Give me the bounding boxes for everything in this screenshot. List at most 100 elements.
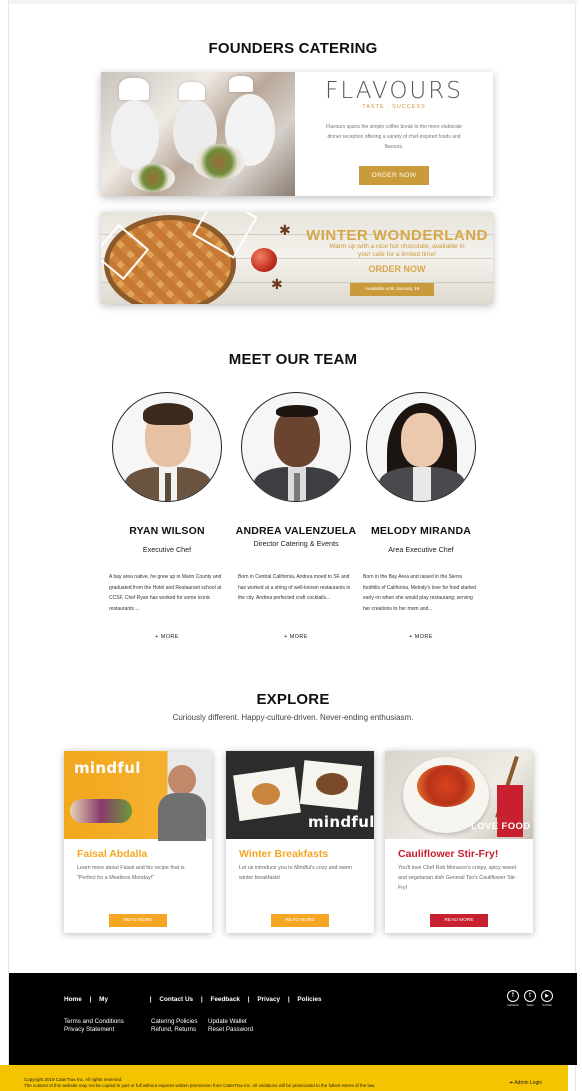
mindful-logo: mindful (308, 813, 374, 831)
explore-tagline: Curiously different. Happy-culture-drive… (172, 713, 414, 722)
star-anise-icon: ✱ (279, 222, 291, 238)
team-member-ryan: RYAN WILSON Executive Chef A bay area na… (105, 392, 229, 640)
page-title: FOUNDERS CATERING (208, 40, 378, 57)
card-title: Winter Breakfasts (239, 848, 329, 860)
reset-password-link[interactable]: Reset Password (208, 1026, 253, 1034)
youtube-icon[interactable]: ▶ (541, 990, 553, 1002)
page: FOUNDERS CATERING FLAVOURS TASTE : SUCCE… (8, 0, 577, 1091)
chef-hat (229, 76, 253, 92)
member-role: Area Executive Chef (388, 545, 454, 554)
explore-card-winter-breakfasts[interactable]: mindful Winter Breakfasts Let us introdu… (226, 751, 374, 933)
winter-title: WINTER WONDERLAND (306, 227, 488, 244)
winter-wonderland-banner[interactable]: ✱ ✱ WINTER WONDERLAND Warm up with a nic… (101, 212, 493, 304)
hair (276, 405, 318, 417)
chef-hat (119, 78, 149, 100)
person-shirt (158, 793, 206, 841)
admin-login-label: Admin Login (514, 1080, 543, 1086)
explore-card-faisal[interactable]: mindful Faisal Abdalla Learn more about … (64, 751, 212, 933)
flavours-banner[interactable]: FLAVOURS TASTE : SUCCESS Flavours spans … (101, 72, 493, 196)
winter-order-now-link[interactable]: ORDER NOW (297, 264, 493, 274)
team-member-andrea: ANDREA VALENZUELA Director Catering & Ev… (234, 392, 358, 640)
flavours-subtitle: TASTE : SUCCESS (362, 104, 426, 110)
footer-column-account: Update Wallet Reset Password (208, 1018, 253, 1034)
tie (165, 473, 171, 501)
footer-link-policies[interactable]: Policies (297, 996, 321, 1003)
card-image: mindful (226, 751, 374, 839)
footer-column-policies: Catering Policies Refund, Returns (151, 1018, 197, 1034)
team-heading: MEET OUR TEAM (228, 351, 358, 368)
more-link[interactable]: + MORE (105, 634, 229, 640)
member-name: RYAN WILSON (129, 525, 205, 537)
chef-hat (179, 82, 205, 100)
member-role: Director Catering & Events (253, 539, 339, 548)
facebook-label: Facebook (507, 1004, 519, 1007)
catering-policies-link[interactable]: Catering Policies (151, 1018, 197, 1026)
card-description: You'll love Chef Rob Morasco's crispy, s… (398, 865, 517, 891)
twitter-label: Twitter (526, 1004, 534, 1007)
footer-link-privacy[interactable]: Privacy (257, 996, 280, 1003)
read-more-button[interactable]: READ MORE (109, 914, 167, 927)
separator: | (247, 996, 250, 1003)
order-now-button[interactable]: ORDER NOW (359, 166, 429, 185)
separator: | (149, 996, 152, 1003)
youtube-label: YouTube (542, 1004, 552, 1007)
food-image (316, 773, 348, 795)
read-more-button[interactable]: READ MORE (430, 914, 488, 927)
face (274, 409, 320, 467)
copyright-text: Copyright 2019 CaterTrax Inc. All rights… (24, 1077, 123, 1082)
stir-fry-image (417, 765, 475, 807)
wrap-image (70, 799, 132, 823)
separator: | (200, 996, 203, 1003)
love-food-logo: LOVE FOOD (471, 821, 531, 832)
person-head (168, 765, 196, 795)
footer-column-legal: Terms and Conditions Privacy Statement (64, 1018, 124, 1034)
footer: Home | My | Contact Us | Feedback | Priv… (9, 973, 577, 1065)
explore-card-cauliflower[interactable]: LOVE FOOD Cauliflower Stir-Fry! You'll l… (385, 751, 533, 933)
refund-returns-link[interactable]: Refund, Returns (151, 1026, 197, 1034)
separator: | (287, 996, 290, 1003)
member-name: ANDREA VALENZUELA (235, 525, 357, 537)
shirt (413, 467, 431, 501)
member-bio: Born in the Bay Area and raised in the S… (363, 574, 476, 612)
facebook-icon[interactable]: f (507, 990, 519, 1002)
more-link[interactable]: + MORE (359, 634, 483, 640)
twitter-icon[interactable]: t (524, 990, 536, 1002)
card-description: Let us introduce you to Mindful's cozy a… (239, 865, 352, 881)
food-plate (131, 164, 175, 192)
face (401, 413, 443, 467)
terms-link[interactable]: Terms and Conditions (64, 1018, 124, 1026)
footer-link-home[interactable]: Home (64, 996, 82, 1003)
avatar (241, 392, 351, 502)
footer-nav: Home | My | Contact Us | Feedback | Priv… (64, 996, 328, 1003)
hair (143, 403, 193, 425)
more-link[interactable]: + MORE (234, 634, 358, 640)
flavours-content: FLAVOURS TASTE : SUCCESS Flavours spans … (295, 72, 493, 196)
mindful-logo: mindful (74, 759, 141, 777)
chefs-cooking-image (101, 72, 295, 196)
tie (294, 473, 300, 501)
card-description: Learn more about Faisal and his recipe t… (77, 865, 185, 881)
card-title: Cauliflower Stir-Fry! (398, 848, 499, 860)
team-member-melody: MELODY MIRANDA Area Executive Chef Born … (359, 392, 483, 640)
admin-login-link[interactable]: ➜ Admin Login (509, 1080, 542, 1086)
star-anise-icon: ✱ (271, 276, 283, 292)
footer-link-my[interactable]: My (99, 996, 108, 1003)
privacy-statement-link[interactable]: Privacy Statement (64, 1026, 124, 1034)
explore-heading: EXPLORE (256, 691, 330, 708)
footer-link-feedback[interactable]: Feedback (210, 996, 239, 1003)
footer-link-contact[interactable]: Contact Us (159, 996, 193, 1003)
apple-image (251, 248, 277, 272)
card-image: LOVE FOOD (385, 751, 533, 839)
update-wallet-link[interactable]: Update Wallet (208, 1018, 253, 1026)
legal-notice: The content of this website may not be c… (24, 1083, 376, 1088)
food-image (252, 783, 280, 805)
availability-badge: Available until January 15 (350, 283, 434, 296)
read-more-button[interactable]: READ MORE (271, 914, 329, 927)
card-image: mindful (64, 751, 212, 841)
flavours-description: Flavours spans the simple coffee break t… (326, 124, 462, 150)
chef-figure (111, 100, 159, 170)
member-bio: Born in Central California, Andrea moed … (238, 574, 351, 601)
winter-description: Warm up with a nice hot chocolate, avail… (329, 243, 465, 258)
avatar (366, 392, 476, 502)
member-bio: A bay area native, he grew up in Marin C… (109, 574, 222, 612)
